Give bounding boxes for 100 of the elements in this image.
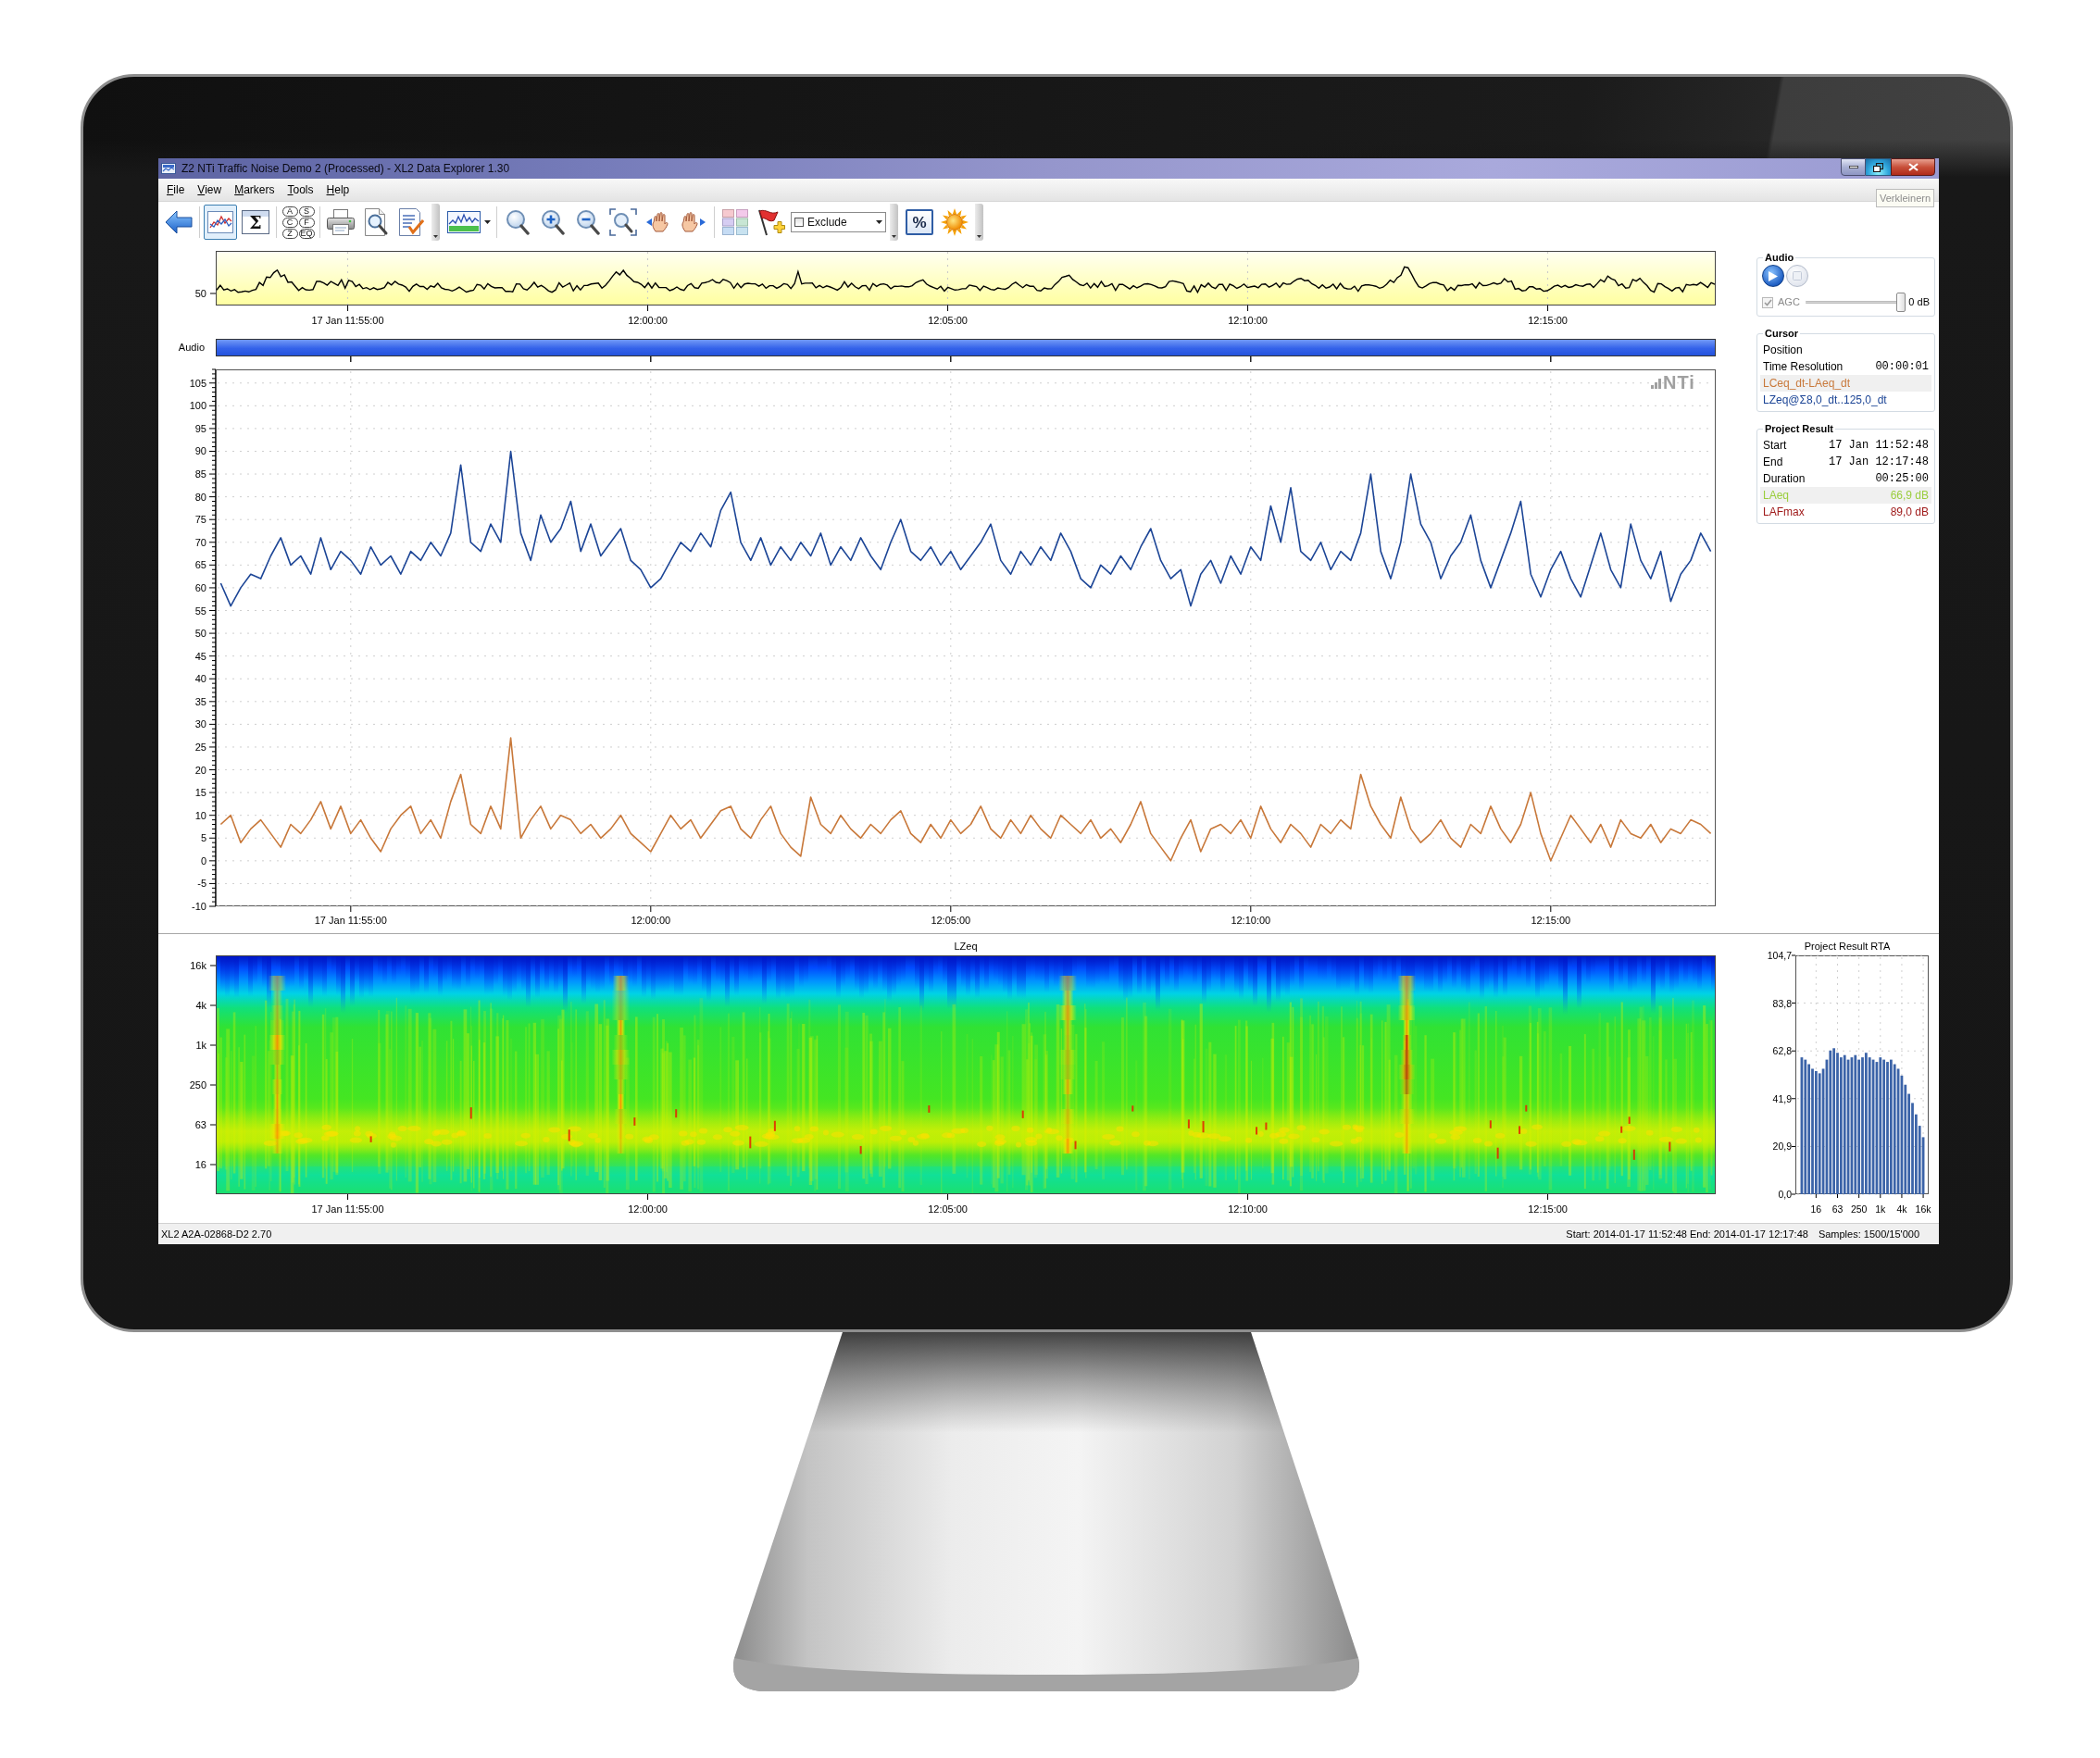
x-axis-label: 12:15:00 bbox=[1531, 915, 1571, 926]
menu-item[interactable]: File bbox=[160, 182, 192, 197]
marker-type-dropdown[interactable]: Exclude bbox=[791, 212, 886, 232]
row-value: 00:25:00 bbox=[1875, 473, 1929, 484]
restore-icon bbox=[1873, 162, 1883, 172]
row-value: 17 Jan 11:52:48 bbox=[1828, 440, 1929, 451]
chart-title: LZeq bbox=[954, 941, 978, 952]
toolbar-overflow-button[interactable] bbox=[431, 204, 440, 241]
search-icon bbox=[506, 209, 530, 235]
channel-label: LAFmax bbox=[1763, 506, 1805, 517]
channel-label: LAeq bbox=[1763, 490, 1790, 501]
x-axis-label: 4k bbox=[1896, 1203, 1907, 1215]
chart-window-icon bbox=[161, 163, 176, 174]
minimize-button[interactable] bbox=[1841, 158, 1866, 176]
panel-row[interactable]: Start 17 Jan 11:52:48 bbox=[1760, 437, 1931, 454]
y-axis-label: 55 bbox=[194, 605, 206, 617]
panel-row[interactable]: LZeq@Σ8,0_dt..125,0_dt bbox=[1760, 392, 1931, 408]
panel-row[interactable]: Duration 00:25:00 bbox=[1760, 470, 1931, 487]
logo: NTi bbox=[1651, 372, 1695, 393]
tiles-icon bbox=[722, 209, 748, 235]
x-axis-label: 250 bbox=[1850, 1203, 1868, 1215]
menu-item[interactable]: View bbox=[191, 182, 229, 197]
row-label: Position bbox=[1763, 344, 1803, 355]
play-icon bbox=[1769, 270, 1778, 281]
x-axis-label: 12:05:00 bbox=[928, 1203, 968, 1215]
y-axis-label: 83,8 bbox=[1772, 997, 1792, 1009]
toolbar-overflow-button[interactable] bbox=[890, 204, 898, 241]
restore-button[interactable] bbox=[1866, 158, 1891, 176]
y-axis-label: 20,9 bbox=[1772, 1141, 1792, 1153]
y-axis-label: 50 bbox=[194, 288, 206, 299]
x-axis-label: 1k bbox=[1875, 1203, 1886, 1215]
x-axis-label: 17 Jan 11:55:00 bbox=[314, 915, 387, 926]
caret-icon bbox=[433, 235, 438, 238]
checkmark-icon bbox=[1763, 298, 1772, 306]
x-axis-label: 12:10:00 bbox=[1228, 315, 1268, 326]
x-axis-label: 12:00:00 bbox=[631, 915, 671, 926]
y-axis-label: 40 bbox=[194, 673, 206, 685]
row-value: 00:00:01 bbox=[1875, 361, 1929, 372]
status-text: Samples: 1500/15'000 bbox=[1818, 1228, 1919, 1240]
y-axis-label: 95 bbox=[194, 422, 206, 434]
toolbar-overflow-button[interactable] bbox=[975, 204, 983, 241]
graph-view-button[interactable] bbox=[204, 205, 237, 240]
y-axis-label: 35 bbox=[194, 695, 206, 707]
panel-row[interactable]: Time Resolution 00:00:01 bbox=[1760, 358, 1931, 375]
group-title: Cursor bbox=[1764, 328, 1800, 340]
y-axis-label: -10 bbox=[192, 901, 206, 912]
channel-label: LZeq@Σ8,0_dt..125,0_dt bbox=[1763, 394, 1887, 405]
x-axis-label: 12:00:00 bbox=[628, 315, 668, 326]
y-axis-label: 0 bbox=[200, 854, 206, 867]
y-axis-label: 85 bbox=[194, 468, 206, 480]
x-axis-label: 63 bbox=[1831, 1203, 1844, 1215]
menu-item[interactable]: Tools bbox=[281, 182, 320, 197]
weighting-button[interactable]: A S C F Z EQ bbox=[281, 205, 316, 240]
slider-thumb[interactable] bbox=[1895, 293, 1906, 312]
gain-reading: 0 dB bbox=[1908, 297, 1930, 307]
y-axis-label: 0,0 bbox=[1778, 1189, 1792, 1200]
panel-row[interactable]: End 17 Jan 12:17:48 bbox=[1760, 454, 1931, 470]
y-axis-label: 50 bbox=[194, 628, 206, 640]
y-axis-label: 16 bbox=[194, 1159, 206, 1170]
x-axis-label: 12:15:00 bbox=[1528, 1203, 1568, 1215]
play-button[interactable] bbox=[1762, 265, 1784, 287]
y-axis-label: 1k bbox=[195, 1040, 206, 1051]
status-text: Start: 2014-01-17 11:52:48 End: 2014-01-17 12:17:48 bbox=[1566, 1228, 1808, 1240]
page-magnifier-icon bbox=[363, 208, 389, 236]
x-axis-label: 17 Jan 11:55:00 bbox=[311, 315, 384, 326]
magnifier-corners-icon bbox=[609, 208, 637, 236]
minimize-icon bbox=[1848, 166, 1858, 168]
x-axis-label: 12:10:00 bbox=[1228, 1203, 1268, 1215]
y-axis-label: 10 bbox=[194, 809, 206, 821]
y-axis bbox=[209, 293, 217, 294]
y-axis-label: 41,9 bbox=[1772, 1092, 1792, 1104]
close-icon bbox=[1907, 163, 1919, 171]
agc-label: AGC bbox=[1778, 297, 1800, 307]
menu-item[interactable]: Markers bbox=[228, 182, 281, 197]
panel-row[interactable]: LAFmax 89,0 dB bbox=[1760, 504, 1931, 520]
close-button[interactable] bbox=[1891, 158, 1935, 176]
y-axis-label: 105 bbox=[189, 377, 206, 389]
x-axis-label: 12:00:00 bbox=[628, 1203, 668, 1215]
caret-icon bbox=[483, 220, 491, 224]
x-axis-label: 12:10:00 bbox=[1231, 915, 1271, 926]
menu-item[interactable]: Help bbox=[319, 182, 356, 197]
track-label: Audio bbox=[177, 341, 205, 355]
y-axis-label: 65 bbox=[194, 559, 206, 571]
x-axis-label: 16k bbox=[1915, 1203, 1931, 1215]
gain-slider[interactable] bbox=[1805, 293, 1906, 312]
status-text: XL2 A2A-02868-D2 2.70 bbox=[161, 1228, 272, 1240]
channel-label: LCeq_dt-LAeq_dt bbox=[1763, 378, 1851, 389]
caret-icon bbox=[892, 235, 896, 238]
checklist-icon bbox=[398, 208, 424, 236]
y-axis-label: 100 bbox=[189, 400, 206, 412]
channel-value: 66,9 dB bbox=[1890, 490, 1929, 501]
y-axis-label: 75 bbox=[194, 514, 206, 526]
waveform-icon bbox=[446, 211, 481, 233]
y-axis-label: 90 bbox=[194, 445, 206, 457]
tooltip: Verkleinern bbox=[1876, 189, 1935, 207]
stop-icon bbox=[1793, 271, 1802, 281]
y-axis-label: 45 bbox=[194, 650, 206, 662]
magnifier-plus-icon bbox=[541, 209, 565, 235]
window-title: Z2 NTi Traffic Noise Demo 2 (Processed) - XL2 Data Explorer 1.30 bbox=[181, 162, 510, 175]
panel-row[interactable]: Position bbox=[1760, 342, 1931, 358]
